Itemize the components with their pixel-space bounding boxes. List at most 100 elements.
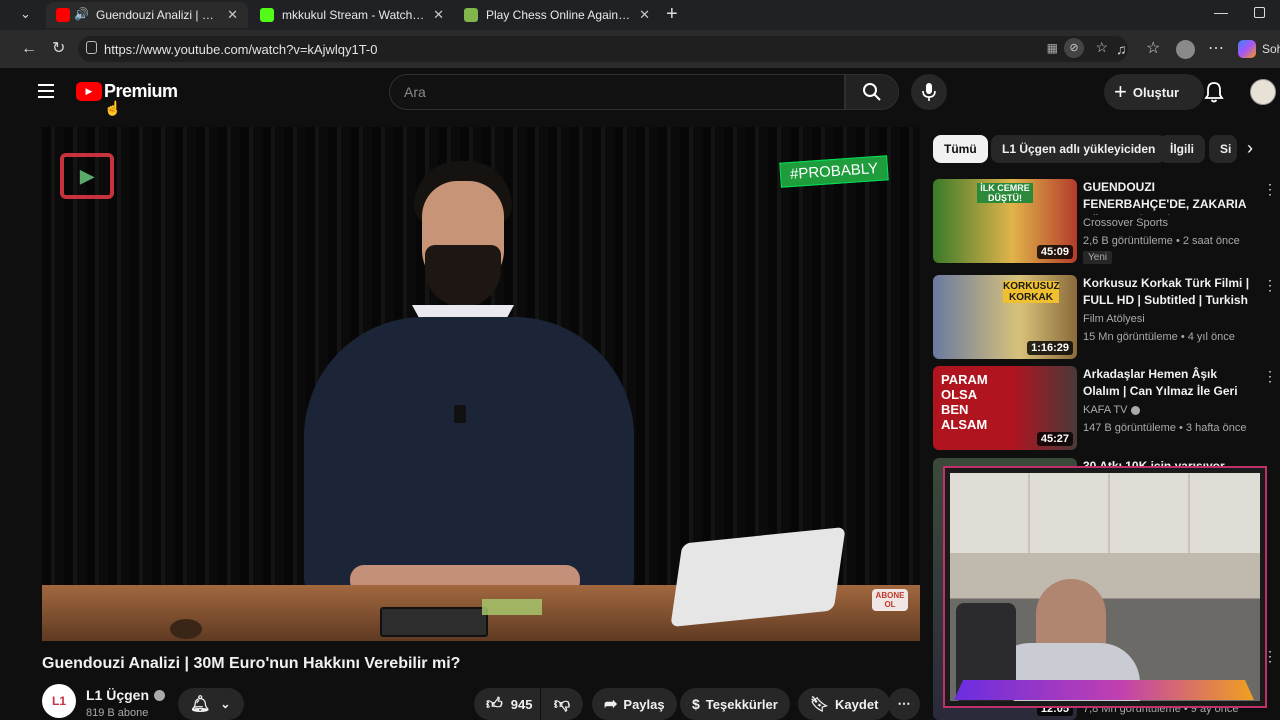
app-available-icon[interactable]: ▦ [1047,41,1058,55]
duration-badge: 45:27 [1036,432,1073,446]
search-icon [863,83,881,101]
verified-icon [1131,405,1141,415]
share-arrow-icon: ➦ [604,696,618,713]
more-actions-button[interactable]: ⋯ [888,688,920,720]
save-button[interactable]: 🔖︎ Kaydet [798,688,891,720]
more-vertical-icon[interactable]: ⋮ [1263,181,1277,198]
save-label: Kaydet [835,696,879,712]
subscribe-badge[interactable]: ABONE OL [872,589,908,611]
favorites-icon[interactable]: ☆ [1146,39,1160,59]
video-thumbnail[interactable]: İLK CEMRE DÜŞTÜ! 45:09 [933,179,1077,263]
recommendation-meta: 15 Mn görüntüleme • 4 yıl önce [1083,331,1235,343]
share-button[interactable]: ➦ Paylaş [592,688,677,720]
tab-title: Guendouzi Analizi | 30M Euro'nun Hakkını… [96,8,219,22]
thanks-button[interactable]: $ Teşekkürler [680,688,790,720]
back-icon[interactable]: ← [21,39,37,59]
verified-icon [154,689,166,701]
chevron-down-icon: ⌄ [220,697,231,711]
duration-badge: 1:16:29 [1027,341,1073,355]
notifications-bell-icon[interactable] [1204,81,1224,108]
search-button[interactable] [845,74,899,110]
recommendation-channel: Crossover Sports [1083,217,1168,229]
channel-name-text: L1 Üçgen [86,687,150,703]
browser-tab-youtube[interactable]: 🔊 Guendouzi Analizi | 30M Euro'nun Hakkı… [46,2,248,28]
profile-avatar-icon[interactable] [1176,40,1195,59]
bookmark-icon: 🔖︎ [810,696,830,713]
youtube-page: ▶ Premium ☝ Ara + Oluştur ▶ #PROBABLY AB… [14,68,1280,720]
copilot-icon[interactable] [1238,40,1256,58]
video-thumbnail[interactable]: KORKUSUZ KORKAK 1:16:29 [933,275,1077,359]
new-tab-icon[interactable]: + [666,3,678,26]
create-button[interactable]: + Oluştur [1104,74,1204,110]
thumbs-up-icon: 👍︎ [486,695,503,713]
close-tab-icon[interactable]: ✕ [227,7,238,23]
voice-search-button[interactable] [911,74,947,110]
chip-next-chevron-icon[interactable]: › [1247,138,1253,159]
search-input[interactable]: Ara [389,74,845,110]
close-tab-icon[interactable]: ✕ [639,7,650,23]
channel-name[interactable]: L1 Üçgen [86,687,166,703]
dislike-button[interactable]: 👎︎ [541,688,583,720]
minimize-icon[interactable]: — [1214,4,1228,20]
more-vertical-icon[interactable]: ⋮ [1263,368,1277,385]
webcam-ceiling-panel [950,473,1260,553]
chip-from-uploader[interactable]: L1 Üçgen adlı yükleyiciden [991,135,1167,163]
youtube-logo[interactable]: ▶ Premium [76,81,178,102]
recommendation-item[interactable]: KORKUSUZ KORKAK 1:16:29 Korkusuz Korkak … [933,275,1277,359]
thumbnail-text: PARAM OLSA BEN ALSAM [941,372,988,432]
site-info-icon[interactable] [86,41,97,54]
subscription-bell-button[interactable]: 🔔︎ ⌄ [178,688,244,720]
duration-badge: 45:09 [1036,245,1073,259]
browser-tab-chess[interactable]: Play Chess Online Against the Computer ✕ [454,2,660,28]
speaker-icon[interactable]: 🔊 [74,7,89,21]
recommendation-meta: 2,6 B görüntüleme • 2 saat önce [1083,235,1240,247]
tracking-prevention-icon[interactable]: ⊘ [1064,38,1084,58]
recommendation-channel: Film Atölyesi [1083,313,1145,325]
favorite-star-icon[interactable]: ☆ [1095,39,1108,56]
plus-icon: + [1114,79,1127,104]
chip-all[interactable]: Tümü [933,135,988,163]
chip-partial[interactable]: Si [1209,135,1237,163]
more-vertical-icon[interactable]: ⋮ [1263,648,1277,665]
channel-text: KAFA TV [1083,404,1128,416]
tab-title: mkkukul Stream - Watch Live on Kick [282,8,425,22]
chip-related[interactable]: İlgili [1159,135,1205,163]
chess-favicon-icon [464,8,478,22]
menu-icon[interactable] [38,84,54,98]
tab-list-chevron-icon[interactable]: ⌄ [20,6,31,22]
kick-favicon-icon [260,8,274,22]
search-placeholder: Ara [404,84,426,100]
share-label: Paylaş [623,696,665,712]
presenter-sweater [304,317,634,607]
youtube-favicon-icon [56,8,70,22]
more-vertical-icon[interactable]: ⋮ [1263,277,1277,294]
maximize-icon[interactable] [1254,7,1265,18]
channel-avatar[interactable]: L1 [42,684,76,718]
settings-more-icon[interactable]: ⋯ [1208,39,1224,59]
reload-icon[interactable]: ↻ [52,39,65,59]
recommendation-title: Korkusuz Korkak Türk Filmi | FULL HD | S… [1083,276,1250,311]
recommendation-meta: 147 B görüntüleme • 3 hafta önce [1083,422,1247,434]
youtube-play-icon: ▶ [76,82,102,101]
copilot-label: Soh [1262,42,1280,56]
create-label: Oluştur [1132,84,1180,100]
browser-tab-kick[interactable]: mkkukul Stream - Watch Live on Kick ✕ [250,2,454,28]
media-control-icon[interactable]: ♫ [1116,39,1127,59]
thanks-label: Teşekkürler [705,696,778,712]
close-tab-icon[interactable]: ✕ [433,7,444,23]
recommendation-item[interactable]: PARAM OLSA BEN ALSAM 45:27 Arkadaşlar He… [933,366,1277,450]
cursor-icon: ☝ [104,100,122,116]
like-button[interactable]: 👍︎ 945 [474,688,540,720]
like-count: 945 [510,696,533,712]
new-badge: Yeni [1083,251,1113,264]
video-player[interactable]: ▶ #PROBABLY ABONE OL [42,127,920,641]
browser-toolbar: ← ↻ https://www.youtube.com/watch?v=kAjw… [0,30,1280,68]
lapel-mic [454,405,466,423]
logo-text: Premium [104,81,178,101]
address-bar[interactable]: https://www.youtube.com/watch?v=kAjwlqy1… [78,36,1128,62]
recommendation-channel: KAFA TV [1083,404,1141,416]
video-thumbnail[interactable]: PARAM OLSA BEN ALSAM 45:27 [933,366,1077,450]
subscriber-count: 819 B abone [86,707,149,719]
recommendation-item[interactable]: İLK CEMRE DÜŞTÜ! 45:09 GUENDOUZI FENERBA… [933,179,1277,264]
account-avatar[interactable] [1250,79,1276,105]
